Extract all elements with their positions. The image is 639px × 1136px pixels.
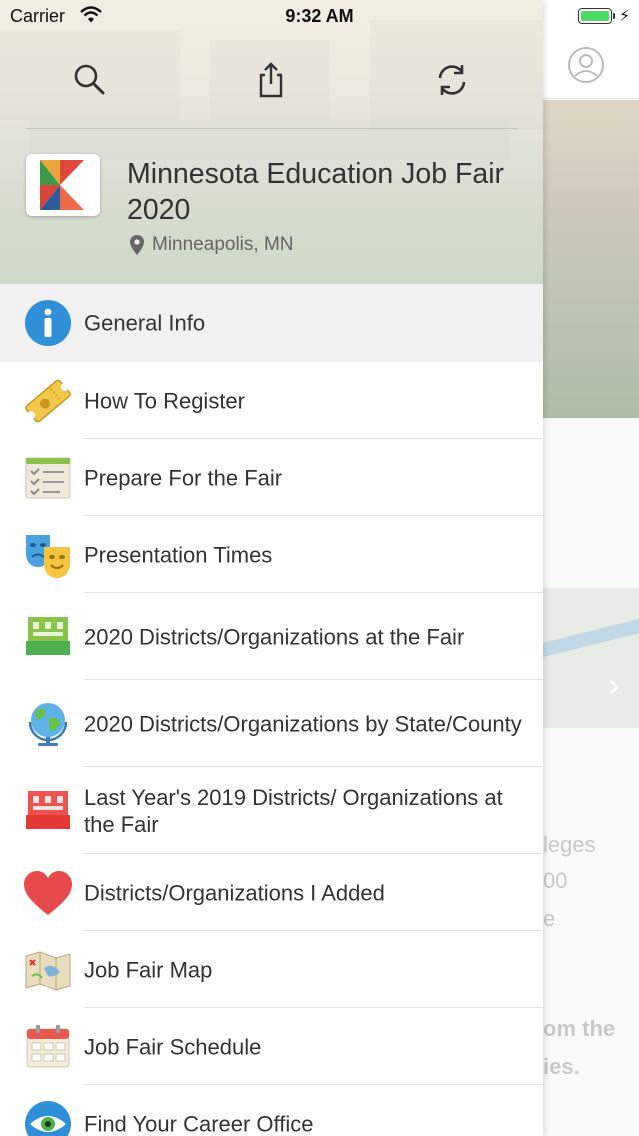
background-text: om the [543, 1016, 616, 1041]
background-text: n [530, 796, 626, 822]
booth-icon [26, 616, 70, 655]
chevron-right-icon[interactable]: › [607, 666, 621, 706]
menu-item-districts-by-state[interactable]: 2020 Districts/Organizations by State/Co… [0, 680, 543, 767]
charging-bolt-icon: ⚡ [619, 8, 631, 25]
map-icon [25, 950, 71, 991]
status-bar: Carrier 9:32 AM ⚡ [0, 0, 639, 34]
ticket-icon [25, 379, 71, 422]
menu-item-job-fair-schedule[interactable]: Job Fair Schedule [0, 1008, 543, 1085]
menu-item-label: Find Your Career Office [84, 1111, 314, 1136]
event-logo [26, 154, 100, 216]
menu-item-label: 2020 Districts/Organizations by State/Co… [84, 711, 522, 736]
eye-icon [25, 1100, 71, 1136]
info-icon [25, 300, 71, 346]
menu-item-districts-i-added[interactable]: Districts/Organizations I Added [0, 854, 543, 931]
drawer-menu: General Info How To Register Prepare For… [0, 284, 543, 1136]
heart-icon [24, 870, 72, 915]
map-preview[interactable]: › [533, 588, 639, 728]
background-text: leges [543, 832, 596, 857]
menu-item-label: Job Fair Schedule [84, 1034, 262, 1059]
menu-item-find-career-office[interactable]: Find Your Career Office [0, 1085, 543, 1136]
map-river [533, 611, 639, 659]
menu-item-prepare-for-fair[interactable]: Prepare For the Fair [0, 439, 543, 516]
menu-item-label: Job Fair Map [84, 957, 213, 982]
menu-item-label: General Info [84, 310, 206, 336]
menu-item-job-fair-map[interactable]: Job Fair Map [0, 931, 543, 1008]
theater-masks-icon [26, 534, 70, 578]
header-divider [26, 128, 518, 129]
drawer-header: Minnesota Education Job Fair 2020 Minnea… [0, 0, 543, 284]
search-icon[interactable] [70, 60, 110, 100]
globe-icon [28, 702, 68, 746]
event-location-text: Minneapolis, MN [152, 234, 294, 255]
event-title: Minnesota Education Job Fair 2020 [127, 158, 505, 226]
side-drawer: Minnesota Education Job Fair 2020 Minnea… [0, 0, 543, 1136]
menu-item-label: 2020 Districts/Organizations at the Fair [84, 624, 465, 649]
drawer-toolbar [0, 60, 543, 100]
battery-icon [578, 8, 612, 24]
clock: 9:32 AM [285, 6, 354, 26]
menu-item-label: Presentation Times [84, 542, 273, 567]
refresh-icon[interactable] [432, 60, 472, 100]
share-icon[interactable] [251, 60, 291, 100]
booth-red-icon [26, 790, 70, 829]
location-pin-icon [130, 234, 144, 255]
menu-item-presentation-times[interactable]: Presentation Times [0, 516, 543, 593]
background-text: 00 [543, 868, 568, 893]
calendar-icon [26, 1024, 70, 1067]
menu-item-label: Prepare For the Fair [84, 465, 283, 490]
menu-item-districts-at-fair[interactable]: 2020 Districts/Organizations at the Fair [0, 593, 543, 680]
checklist-icon [25, 457, 71, 498]
background-text: ies. [543, 1054, 580, 1079]
menu-item-general-info[interactable]: General Info [0, 284, 543, 362]
background-text: e [543, 906, 556, 931]
menu-item-last-year-districts[interactable]: Last Year's 2019 Districts/ Organization… [0, 767, 543, 854]
event-photo [543, 100, 639, 418]
menu-item-how-to-register[interactable]: How To Register [0, 362, 543, 439]
menu-item-label: Last Year's 2019 Districts/ Organization… [84, 784, 503, 837]
profile-icon[interactable] [567, 46, 605, 84]
event-location: Minneapolis, MN [130, 234, 294, 256]
menu-item-label: Districts/Organizations I Added [84, 880, 385, 905]
menu-item-label: How To Register [84, 388, 245, 413]
